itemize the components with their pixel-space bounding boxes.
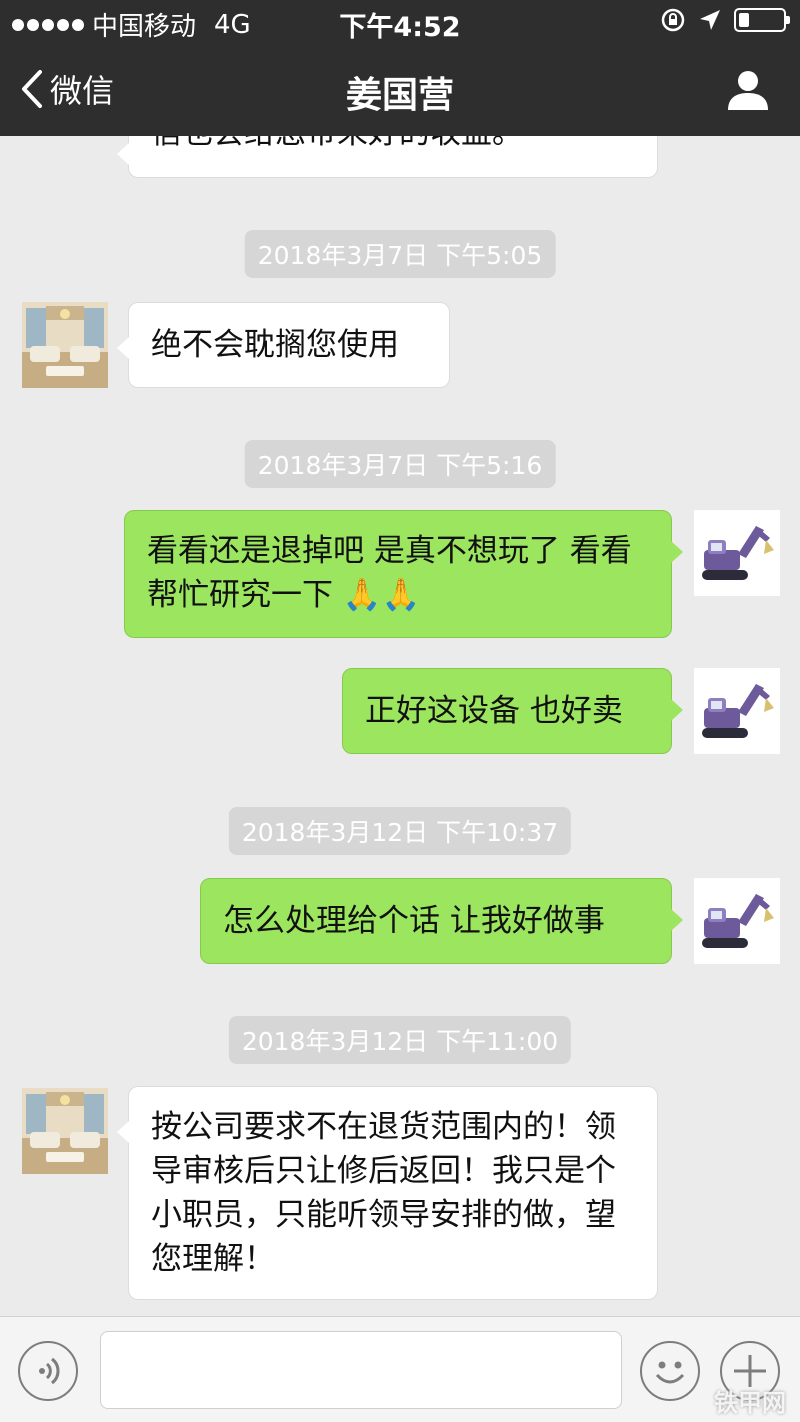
voice-button[interactable] [18, 1341, 78, 1401]
avatar-self[interactable] [694, 878, 780, 964]
timestamp: 2018年3月7日 下午5:05 [244, 230, 556, 278]
avatar-self[interactable] [694, 510, 780, 596]
voice-icon [39, 1357, 60, 1385]
battery-icon [734, 8, 790, 32]
timestamp: 2018年3月12日 下午10:37 [228, 807, 572, 855]
avatar-contact[interactable] [22, 302, 108, 388]
chat-area[interactable]: 信也会给您带来好的收益。 2018年3月7日 下午5:05 绝不会耽搁您使用 2… [0, 136, 800, 1316]
status-bar: 中国移动 4G 下午4:52 [0, 0, 800, 43]
profile-icon[interactable] [726, 68, 770, 112]
living-room-photo [22, 1088, 108, 1174]
emoji-button[interactable] [640, 1341, 700, 1401]
nav-bar: 微信 姜国营 [0, 42, 800, 136]
input-bar: 铁甲网 [0, 1316, 800, 1422]
location-arrow-icon [700, 10, 720, 30]
message-incoming[interactable]: 绝不会耽搁您使用 [117, 302, 450, 388]
living-room-photo [22, 302, 108, 388]
chat-title: 姜国营 [345, 75, 454, 116]
avatar-self[interactable] [694, 668, 780, 754]
excavator-icon [702, 526, 774, 580]
excavator-icon [702, 894, 774, 948]
message-outgoing[interactable]: 正好这设备 也好卖 [342, 668, 683, 754]
excavator-icon [702, 684, 774, 738]
orientation-lock-icon [661, 8, 685, 32]
emoji-icon [655, 1361, 685, 1384]
timestamp: 2018年3月12日 下午11:00 [228, 1016, 572, 1064]
message-outgoing[interactable]: 怎么处理给个话 让我好做事 [200, 878, 683, 964]
timestamp: 2018年3月7日 下午5:16 [244, 440, 556, 488]
message-incoming[interactable]: 信也会给您带来好的收益。 [117, 136, 658, 178]
message-incoming[interactable]: 按公司要求不在退货范围内的！领导审核后只让修后返回！我只是个小职员，只能听领导安… [117, 1086, 658, 1300]
message-outgoing[interactable]: 看看还是退掉吧 是真不想玩了 看看帮忙研究一下 🙏🙏 [124, 510, 683, 638]
avatar-contact[interactable] [22, 1088, 108, 1174]
watermark: 铁甲网 [714, 1389, 786, 1417]
message-input[interactable] [100, 1331, 622, 1409]
